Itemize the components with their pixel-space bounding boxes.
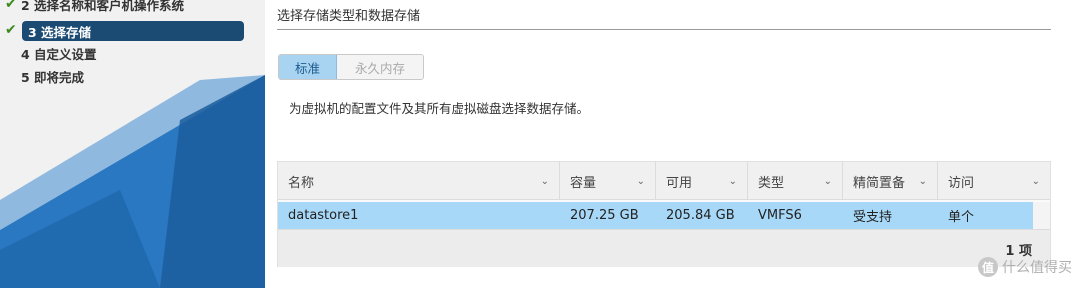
wizard-step-label: 2 选择名称和客户机操作系统 <box>21 0 185 13</box>
chevron-down-icon[interactable]: ⌄ <box>729 176 737 187</box>
cell-thin-provisioning: 受支持 <box>853 210 893 225</box>
wizard-step-2[interactable]: ✔ 2 选择名称和客户机操作系统 <box>5 0 184 14</box>
chevron-down-icon[interactable]: ⌄ <box>919 176 927 187</box>
wizard-step-4[interactable]: 4 自定义设置 <box>5 43 97 63</box>
wizard-nav: ✔ 2 选择名称和客户机操作系统 ✔ 3 选择存储 4 自定义设置 5 即将完成 <box>0 0 265 288</box>
column-label: 精简置备 <box>853 175 906 191</box>
storage-type-tabs: 标准 永久内存 <box>278 54 424 80</box>
wizard-step-5[interactable]: 5 即将完成 <box>5 66 84 86</box>
check-icon: ✔ <box>5 0 17 12</box>
wizard-step-label: 5 即将完成 <box>21 69 85 85</box>
column-header-capacity[interactable]: 容量 ⌄ <box>560 162 656 200</box>
watermark: 值 什么值得买 <box>978 257 1072 277</box>
wizard-step-label: 3 选择存储 <box>28 24 92 40</box>
chevron-down-icon[interactable]: ⌄ <box>637 176 645 187</box>
table-row[interactable]: datastore1 207.25 GB 205.84 GB VMFS6 受支持… <box>278 202 1033 229</box>
column-label: 访问 <box>948 175 975 191</box>
check-icon: ✔ <box>5 22 17 38</box>
column-label: 类型 <box>758 175 785 191</box>
wizard-step-3[interactable]: 3 选择存储 <box>22 21 244 41</box>
cell-type: VMFS6 <box>758 208 802 223</box>
description-text: 为虚拟机的配置文件及其所有虚拟磁盘选择数据存储。 <box>289 101 590 116</box>
divider <box>277 29 1051 30</box>
cell-free: 205.84 GB <box>666 208 735 223</box>
table-header: 名称 ⌄ 容量 ⌄ 可用 ⌄ 类型 ⌄ 精简置备 ⌄ 访问 ⌄ <box>278 162 1050 200</box>
tab-persistent-memory[interactable]: 永久内存 <box>337 55 423 79</box>
chevron-down-icon[interactable]: ⌄ <box>1032 176 1040 187</box>
datastore-table: 名称 ⌄ 容量 ⌄ 可用 ⌄ 类型 ⌄ 精简置备 ⌄ 访问 ⌄ datastor… <box>277 161 1051 267</box>
column-header-free[interactable]: 可用 ⌄ <box>656 162 748 200</box>
main-panel: 选择存储类型和数据存储 标准 永久内存 为虚拟机的配置文件及其所有虚拟磁盘选择数… <box>265 0 1080 288</box>
tab-standard[interactable]: 标准 <box>279 55 337 79</box>
cell-capacity: 207.25 GB <box>570 208 639 223</box>
wizard-step-label: 4 自定义设置 <box>21 46 97 62</box>
column-header-access[interactable]: 访问 ⌄ <box>938 162 1050 200</box>
cell-access: 单个 <box>948 210 975 225</box>
scrollbar[interactable] <box>1033 202 1050 229</box>
chevron-down-icon[interactable]: ⌄ <box>824 176 832 187</box>
chevron-down-icon[interactable]: ⌄ <box>541 176 549 187</box>
column-label: 容量 <box>570 175 597 191</box>
table-footer: 1 项 <box>278 229 1050 267</box>
column-header-thin-provisioning[interactable]: 精简置备 ⌄ <box>843 162 938 200</box>
watermark-text: 什么值得买 <box>1002 260 1072 276</box>
page-title: 选择存储类型和数据存储 <box>277 9 421 24</box>
watermark-badge: 值 <box>978 257 998 277</box>
column-header-type[interactable]: 类型 ⌄ <box>748 162 843 200</box>
column-label: 可用 <box>666 175 693 191</box>
column-label: 名称 <box>288 175 315 191</box>
column-header-name[interactable]: 名称 ⌄ <box>278 162 560 200</box>
cell-name: datastore1 <box>288 208 359 223</box>
